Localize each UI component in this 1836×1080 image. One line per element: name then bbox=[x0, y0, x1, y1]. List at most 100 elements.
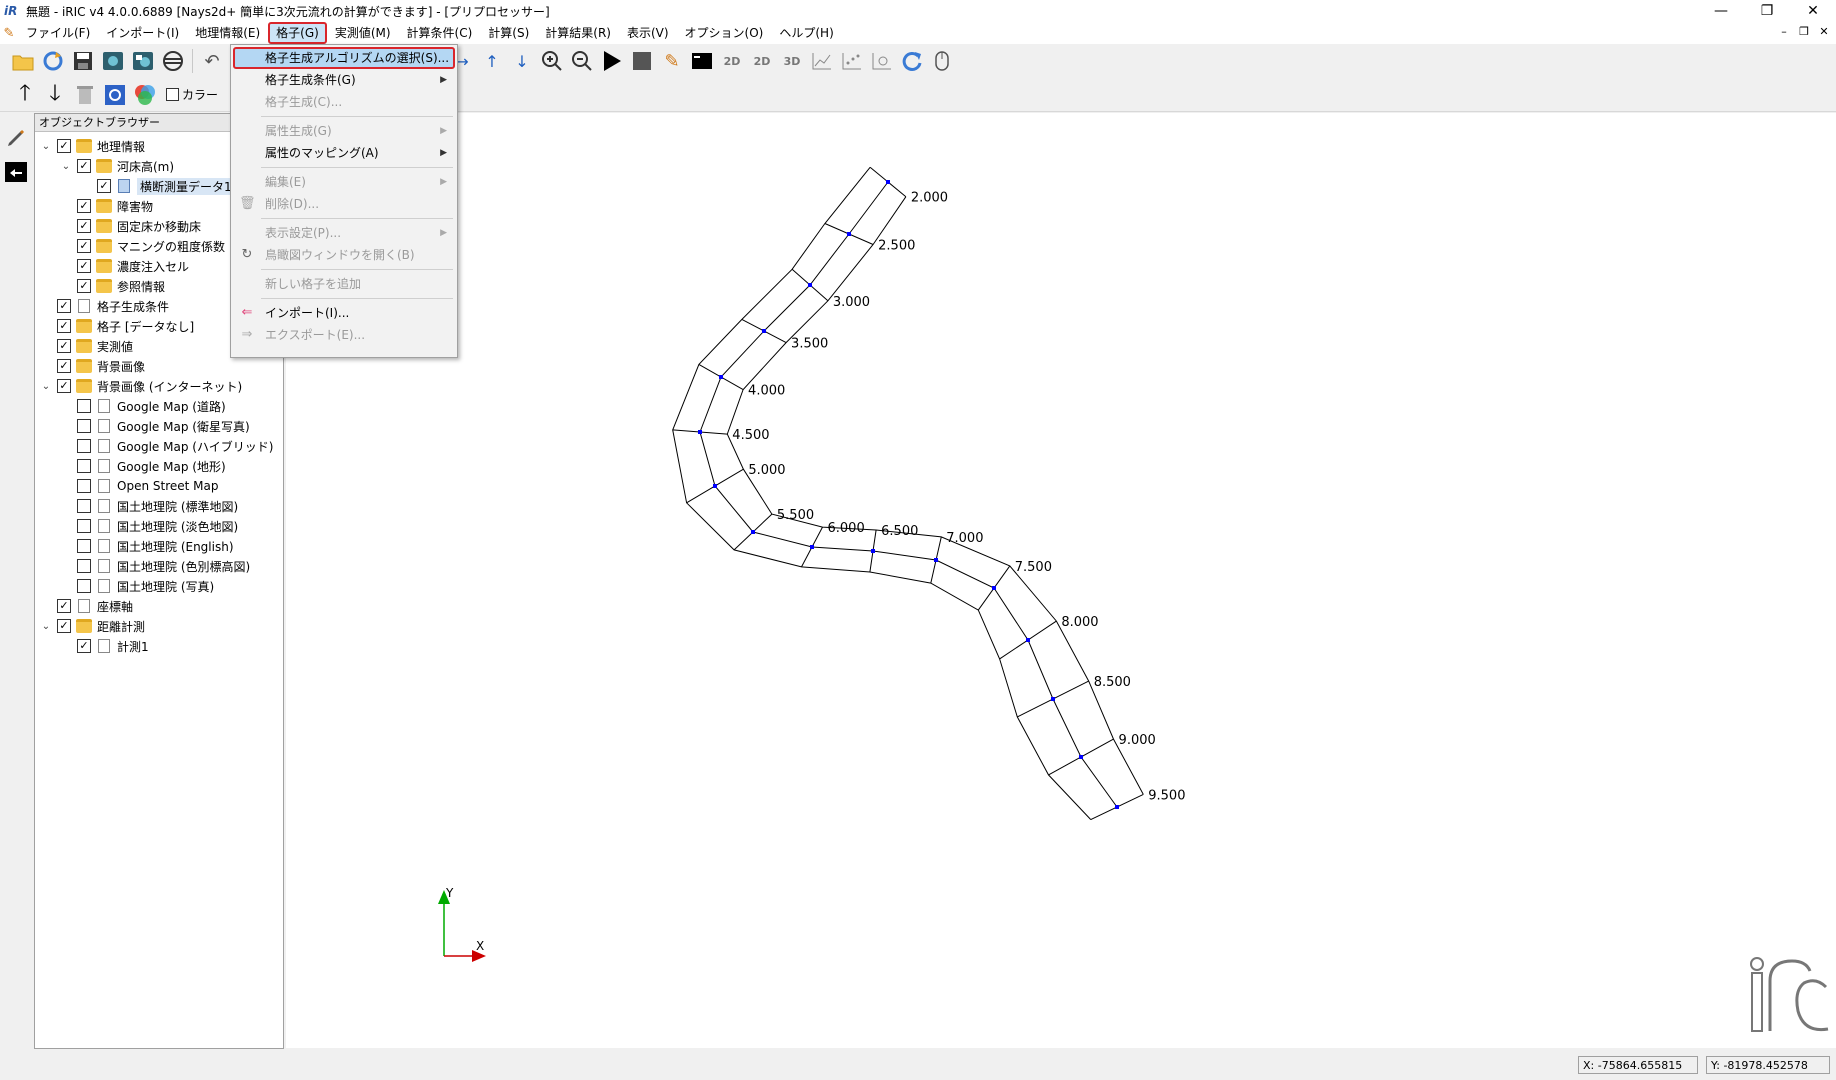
tree-row[interactable]: 国土地理院 (写真) bbox=[35, 576, 283, 596]
centerline-node-point[interactable] bbox=[751, 530, 755, 534]
visibility-checkbox[interactable]: ✓ bbox=[57, 319, 71, 333]
tree-row[interactable]: 国土地理院 (English) bbox=[35, 536, 283, 556]
visibility-checkbox[interactable]: ✓ bbox=[77, 259, 91, 273]
menu-grid[interactable]: 格子(G) bbox=[268, 22, 327, 44]
color-map-icon[interactable] bbox=[132, 82, 158, 108]
visibility-checkbox[interactable] bbox=[77, 439, 91, 453]
zoom-in-icon[interactable] bbox=[539, 48, 565, 74]
menu-measured[interactable]: 実測値(M) bbox=[327, 22, 399, 44]
zoom-out-icon[interactable] bbox=[569, 48, 595, 74]
mdi-restore-button[interactable]: ❐ bbox=[1796, 24, 1812, 40]
menu-option[interactable]: オプション(O) bbox=[677, 22, 772, 44]
tree-row[interactable]: 国土地理院 (淡色地図) bbox=[35, 516, 283, 536]
tree-row[interactable]: 国土地理院 (標準地図) bbox=[35, 496, 283, 516]
centerline-node-point[interactable] bbox=[992, 586, 996, 590]
move-up-icon[interactable]: ↑ bbox=[479, 48, 505, 74]
visibility-checkbox[interactable]: ✓ bbox=[57, 299, 71, 313]
menu-grid-creating-condition[interactable]: 格子生成条件(G) ▶ bbox=[231, 69, 457, 91]
graph-icon[interactable] bbox=[809, 48, 835, 74]
visibility-checkbox[interactable] bbox=[77, 459, 91, 473]
visibility-checkbox[interactable] bbox=[77, 399, 91, 413]
centerline-node-point[interactable] bbox=[1079, 755, 1083, 759]
centerline-node-point[interactable] bbox=[719, 375, 723, 379]
tree-row[interactable]: Google Map (衛星写真) bbox=[35, 416, 283, 436]
open-folder-icon[interactable] bbox=[10, 48, 36, 74]
tree-row[interactable]: ⌄ ✓ 背景画像 (インターネット) bbox=[35, 376, 283, 396]
restore-button[interactable]: ❐ bbox=[1744, 0, 1790, 22]
tree-row[interactable]: ✓ 計測1 bbox=[35, 636, 283, 656]
menu-file[interactable]: ファイル(F) bbox=[18, 22, 98, 44]
tree-row[interactable]: Google Map (ハイブリッド) bbox=[35, 436, 283, 456]
centerline-node-point[interactable] bbox=[886, 180, 890, 184]
trash-icon[interactable] bbox=[72, 82, 98, 108]
centerline-node-point[interactable] bbox=[934, 558, 938, 562]
object-browser-pencil-icon[interactable] bbox=[2, 124, 30, 152]
centerline-node-point[interactable] bbox=[810, 545, 814, 549]
mdi-close-button[interactable]: ✕ bbox=[1816, 24, 1832, 40]
scatter-icon[interactable] bbox=[839, 48, 865, 74]
stop-icon[interactable] bbox=[629, 48, 655, 74]
centerline-node-point[interactable] bbox=[1051, 697, 1055, 701]
centerline-node-point[interactable] bbox=[847, 232, 851, 236]
visibility-checkbox[interactable]: ✓ bbox=[57, 379, 71, 393]
menu-simulation[interactable]: 計算(S) bbox=[480, 22, 537, 44]
edit-pencil-icon[interactable]: ✎ bbox=[659, 48, 685, 74]
menu-result[interactable]: 計算結果(R) bbox=[537, 22, 619, 44]
view-2d-icon[interactable]: 2D bbox=[719, 48, 745, 74]
refresh-icon[interactable] bbox=[899, 48, 925, 74]
property-icon[interactable] bbox=[102, 82, 128, 108]
centerline-node-point[interactable] bbox=[1115, 805, 1119, 809]
menu-geodata[interactable]: 地理情報(E) bbox=[187, 22, 268, 44]
visibility-checkbox[interactable]: ✓ bbox=[57, 599, 71, 613]
visibility-checkbox[interactable]: ✓ bbox=[57, 139, 71, 153]
tree-row[interactable]: 国土地理院 (色別標高図) bbox=[35, 556, 283, 576]
tree-row[interactable]: ✓ 座標軸 bbox=[35, 596, 283, 616]
menu-add-new-grid[interactable]: 新しい格子を追加 bbox=[231, 273, 457, 295]
menu-display-setting[interactable]: 表示設定(P)... ▶ bbox=[231, 222, 457, 244]
menu-delete[interactable]: 🗑 削除(D)... bbox=[231, 193, 457, 215]
visibility-checkbox[interactable] bbox=[77, 479, 91, 493]
console-icon[interactable] bbox=[689, 48, 715, 74]
tree-row[interactable]: Open Street Map bbox=[35, 476, 283, 496]
visibility-checkbox[interactable]: ✓ bbox=[57, 359, 71, 373]
menu-open-birdseye[interactable]: ↻ 鳥瞰図ウィンドウを開く(B) bbox=[231, 244, 457, 266]
menu-help[interactable]: ヘルプ(H) bbox=[771, 22, 841, 44]
tree-row[interactable]: ⌄ ✓ 距離計測 bbox=[35, 616, 283, 636]
centerline-node-point[interactable] bbox=[1026, 638, 1030, 642]
move-down-icon[interactable]: ↓ bbox=[509, 48, 535, 74]
menu-calc-condition[interactable]: 計算条件(C) bbox=[399, 22, 481, 44]
menu-grid-export[interactable]: ⇒ エクスポート(E)... bbox=[231, 324, 457, 346]
visibility-checkbox[interactable] bbox=[77, 519, 91, 533]
visibility-checkbox[interactable]: ✓ bbox=[77, 219, 91, 233]
close-button[interactable]: ✕ bbox=[1790, 0, 1836, 22]
visibility-checkbox[interactable]: ✓ bbox=[77, 279, 91, 293]
color-checkbox-box[interactable] bbox=[166, 88, 179, 101]
centerline-node-point[interactable] bbox=[698, 430, 702, 434]
visibility-checkbox[interactable] bbox=[77, 419, 91, 433]
centerline-node-point[interactable] bbox=[808, 283, 812, 287]
visibility-checkbox[interactable]: ✓ bbox=[57, 619, 71, 633]
menu-attribute-generation[interactable]: 属性生成(G) ▶ bbox=[231, 120, 457, 142]
menu-grid-import[interactable]: ⇐ インポート(I)... bbox=[231, 302, 457, 324]
menu-view[interactable]: 表示(V) bbox=[619, 22, 677, 44]
chevron-down-icon[interactable]: ⌄ bbox=[39, 141, 53, 152]
reload-icon[interactable] bbox=[40, 48, 66, 74]
snapshot-icon[interactable] bbox=[100, 48, 126, 74]
arrow-down-icon[interactable]: 🡓 bbox=[42, 81, 68, 108]
continuous-snapshot-icon[interactable] bbox=[130, 48, 156, 74]
visibility-checkbox[interactable] bbox=[77, 579, 91, 593]
visibility-checkbox[interactable]: ✓ bbox=[77, 159, 91, 173]
visibility-checkbox[interactable] bbox=[77, 559, 91, 573]
tree-row[interactable]: Google Map (道路) bbox=[35, 396, 283, 416]
visibility-checkbox[interactable]: ✓ bbox=[77, 639, 91, 653]
google-earth-icon[interactable] bbox=[160, 48, 186, 74]
chevron-down-icon[interactable]: ⌄ bbox=[39, 381, 53, 392]
view-3d-icon[interactable]: 3D bbox=[779, 48, 805, 74]
visibility-checkbox[interactable]: ✓ bbox=[97, 179, 111, 193]
mouse-icon[interactable] bbox=[929, 48, 955, 74]
grid-canvas[interactable]: 2.000 2.500 3.000 3.500 4.000 4.500 5.000 5.500… bbox=[286, 113, 1836, 1048]
centerline-node-point[interactable] bbox=[762, 329, 766, 333]
menu-select-grid-algorithm[interactable]: 格子生成アルゴリズムの選択(S)... bbox=[233, 47, 455, 69]
minimize-button[interactable]: — bbox=[1698, 0, 1744, 22]
visibility-checkbox[interactable]: ✓ bbox=[77, 199, 91, 213]
